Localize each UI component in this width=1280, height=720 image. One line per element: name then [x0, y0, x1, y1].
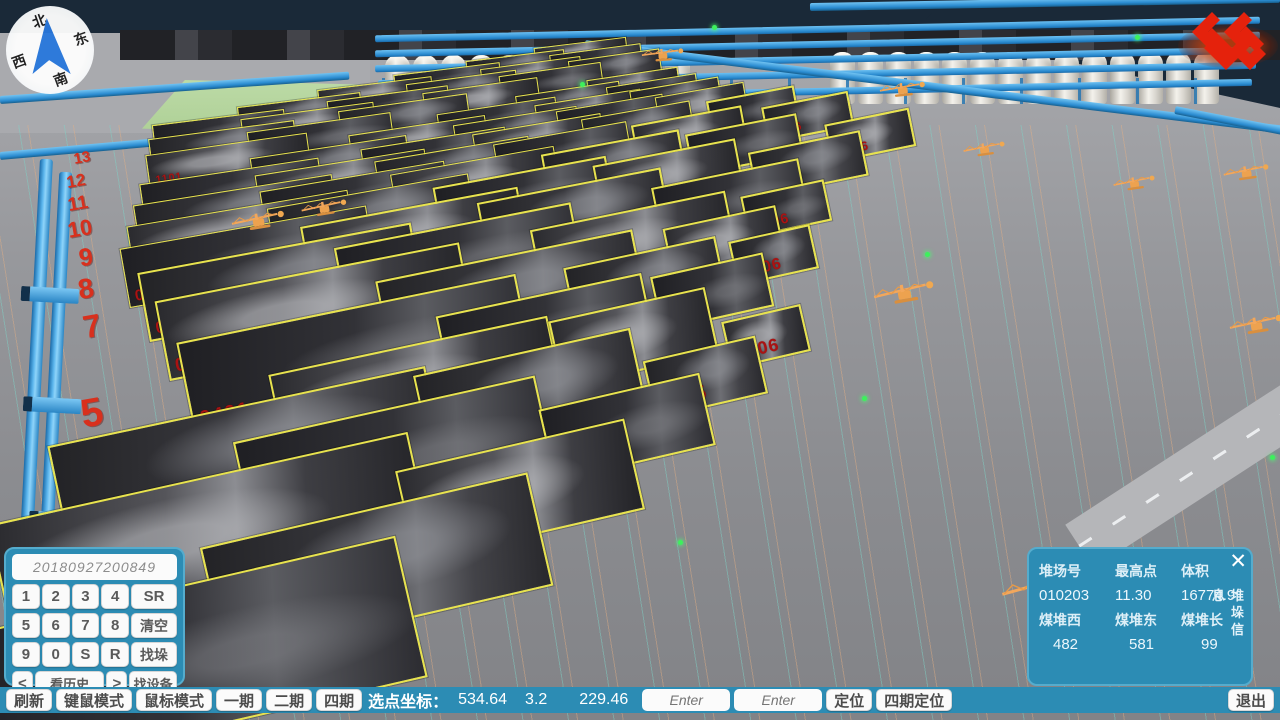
bottom-toolbar: 刷新键鼠模式鼠标模式一期二期四期 选点坐标： 534.64 3.2 229.46… [0, 687, 1280, 713]
row-number-label: 10 [66, 216, 94, 242]
status-dot [712, 25, 717, 30]
toolbar-button-left-5[interactable]: 四期 [316, 689, 362, 711]
keypad-button-2-2[interactable]: S [72, 642, 100, 667]
info-header-pile-west: 煤堆西 [1039, 610, 1115, 630]
coordinate-z: 229.46 [579, 691, 628, 709]
enter-input-2[interactable] [734, 689, 822, 711]
row-number-label: 11 [66, 193, 89, 215]
logo-icon [1190, 10, 1266, 74]
keypad-button-1-3[interactable]: 8 [101, 613, 129, 638]
row-number-label: 13 [72, 149, 91, 167]
keypad-button-0-1[interactable]: 2 [42, 584, 70, 609]
keypad-button-0-4[interactable]: SR [131, 584, 177, 609]
info-header-highest-point: 最高点 [1115, 561, 1181, 581]
status-dot [1270, 455, 1275, 460]
info-header-yard-no: 堆场号 [1039, 561, 1115, 581]
app-window: 0101010201030104010501060201020202030204… [0, 0, 1280, 720]
keypad-button-2-4[interactable]: 找垛 [131, 642, 177, 667]
status-dot [925, 252, 930, 257]
info-value-highest-point: 11.30 [1115, 587, 1181, 604]
toolbar-button-right-1[interactable]: 四期定位 [876, 689, 952, 711]
close-icon[interactable]: ✕ [1229, 551, 1247, 572]
keypad-button-1-1[interactable]: 6 [42, 613, 70, 638]
info-header-pile-east: 煤堆东 [1115, 610, 1181, 630]
keypad-button-0-2[interactable]: 3 [72, 584, 100, 609]
compass[interactable]: 北 东 南 西 [6, 6, 94, 94]
toolbar-button-left-0[interactable]: 刷新 [6, 689, 52, 711]
enter-input-1[interactable] [642, 689, 730, 711]
status-dot [678, 540, 683, 545]
coordinate-x: 534.64 [458, 691, 507, 709]
toolbar-button-left-3[interactable]: 一期 [216, 689, 262, 711]
keypad-button-1-4[interactable]: 清空 [131, 613, 177, 638]
info-header-volume: 体积 [1181, 561, 1235, 581]
row-number-label: 12 [65, 171, 87, 191]
toolbar-button-left-4[interactable]: 二期 [266, 689, 312, 711]
keypad-button-2-0[interactable]: 9 [12, 642, 40, 667]
company-logo [1184, 10, 1272, 78]
keypad-button-0-0[interactable]: 1 [12, 584, 40, 609]
stacker-reclaimer-machine [639, 46, 693, 69]
toolbar-button-left-1[interactable]: 键鼠模式 [56, 689, 132, 711]
pile-info-panel: ✕ 堆场号 最高点 体积 010203 11.30 16774.9 煤堆西 煤堆… [1027, 547, 1253, 686]
info-value-pile-west: 482 [1039, 636, 1115, 653]
coordinate-y: 3.2 [525, 691, 547, 709]
exit-button[interactable]: 退出 [1228, 689, 1274, 711]
info-value-pile-east: 581 [1115, 636, 1181, 653]
pile-info-grid: 堆场号 最高点 体积 010203 11.30 16774.9 煤堆西 煤堆东 … [1039, 561, 1225, 653]
compass-arrow-icon [20, 16, 80, 82]
keypad-panel: 1234SR5678清空90SR找垛<看历史>找设备 [4, 547, 185, 686]
toolbar-button-right-0[interactable]: 定位 [826, 689, 872, 711]
keypad-button-0-3[interactable]: 4 [101, 584, 129, 609]
info-side-label: 堆垛信息 [1208, 588, 1246, 656]
keypad-button-2-3[interactable]: R [101, 642, 129, 667]
coordinate-label: 选点坐标： [368, 688, 448, 712]
keypad-button-2-1[interactable]: 0 [42, 642, 70, 667]
info-value-yard-no: 010203 [1039, 587, 1115, 604]
keypad-button-1-2[interactable]: 7 [72, 613, 100, 638]
status-dot [1135, 35, 1140, 40]
status-dot [580, 82, 585, 87]
toolbar-button-left-2[interactable]: 鼠标模式 [136, 689, 212, 711]
keypad-display-input[interactable] [12, 554, 177, 580]
status-dot [862, 396, 867, 401]
keypad-button-1-0[interactable]: 5 [12, 613, 40, 638]
